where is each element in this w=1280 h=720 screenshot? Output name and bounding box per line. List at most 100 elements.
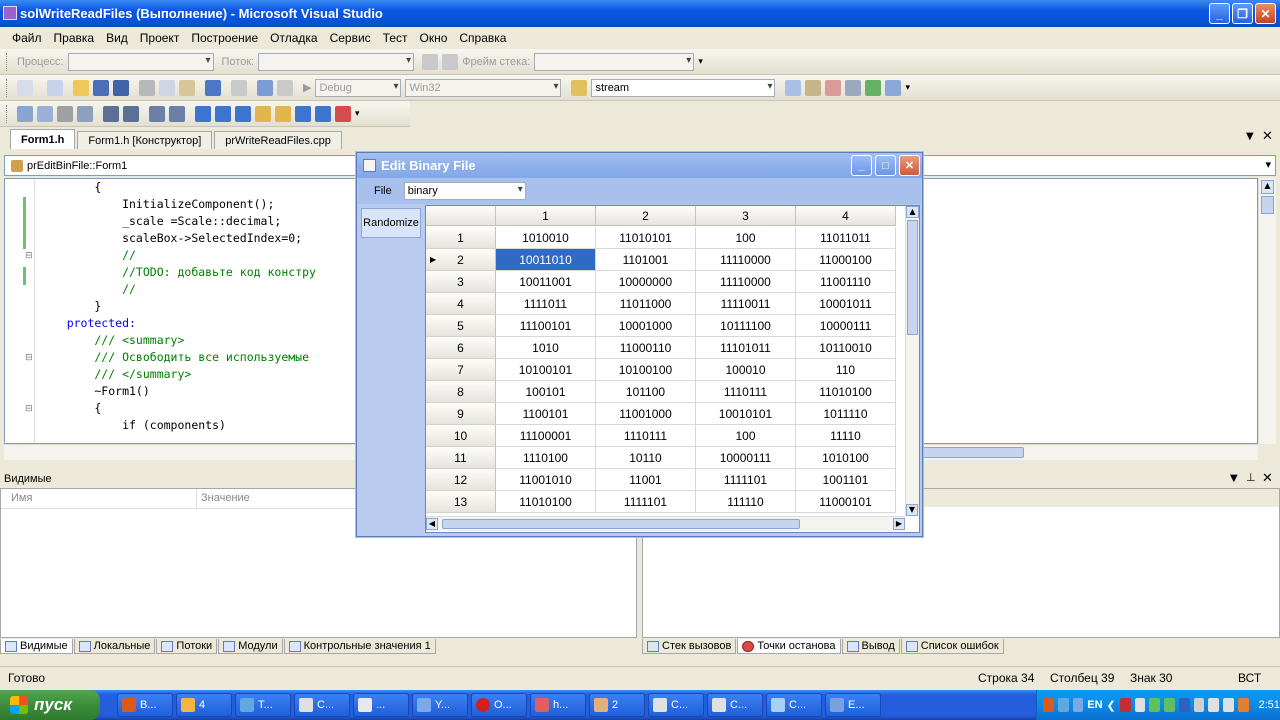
grid-cell[interactable]: 11110011 xyxy=(696,293,796,315)
menu-window[interactable]: Окно xyxy=(414,31,454,45)
start-debug-icon[interactable]: ▶ xyxy=(303,81,311,94)
find-in-files-icon[interactable] xyxy=(571,79,588,96)
pin-icon[interactable]: ⊥ xyxy=(1246,471,1256,484)
file-combo[interactable]: binary xyxy=(403,182,526,200)
taskbar-item[interactable]: 4 xyxy=(176,693,232,717)
taskbar-item[interactable]: ... xyxy=(353,693,409,717)
solution-platform-combo[interactable]: Win32 xyxy=(405,78,562,97)
grid-cell[interactable]: 11010100 xyxy=(496,491,596,513)
indent-icon[interactable] xyxy=(103,105,119,122)
table-row[interactable]: 5 11100101 10001000 10111100 10000111 xyxy=(426,315,901,337)
clear-bookmarks-icon[interactable] xyxy=(335,105,351,122)
menu-help[interactable]: Справка xyxy=(453,31,512,45)
row-header[interactable]: 10 xyxy=(426,425,496,447)
copy-icon[interactable] xyxy=(159,79,175,96)
taskbar-item[interactable]: E... xyxy=(825,693,881,717)
row-header[interactable]: 7 xyxy=(426,359,496,381)
browser-icon[interactable] xyxy=(1072,698,1084,712)
toolbar-grip[interactable] xyxy=(6,78,9,97)
grid-cell[interactable]: 11101011 xyxy=(696,337,796,359)
taskbar-item[interactable]: 2 xyxy=(589,693,645,717)
grid-cell[interactable]: 11100001 xyxy=(496,425,596,447)
grid-cell[interactable]: 1010 xyxy=(496,337,596,359)
scroll-right-icon[interactable]: ▶ xyxy=(893,518,905,530)
table-row[interactable]: 11 1110100 10110 10000111 1010100 xyxy=(426,447,901,469)
grid-cell[interactable]: 11110000 xyxy=(696,249,796,271)
solution-config-combo[interactable]: Debug xyxy=(315,78,402,97)
grid-cell[interactable]: 10000111 xyxy=(696,447,796,469)
prev-folder-bookmark-icon[interactable] xyxy=(255,105,271,122)
ie-icon[interactable] xyxy=(1057,698,1069,712)
tray-app-icon[interactable] xyxy=(1193,698,1205,712)
menu-tools[interactable]: Сервис xyxy=(324,31,377,45)
align-lefts-icon[interactable] xyxy=(37,105,53,122)
grid-cell[interactable]: 11011000 xyxy=(596,293,696,315)
grid-cell[interactable]: 11010101 xyxy=(596,227,696,249)
row-header[interactable]: 8 xyxy=(426,381,496,403)
grid-cell[interactable]: 110 xyxy=(796,359,896,381)
scroll-thumb[interactable] xyxy=(907,220,918,335)
tray-chevron-icon[interactable]: ❮ xyxy=(1107,699,1116,712)
grid-cell[interactable]: 100101 xyxy=(496,381,596,403)
grid-cell[interactable]: 111110 xyxy=(696,491,796,513)
table-row[interactable]: 12 11001010 11001 1111101 1001101 xyxy=(426,469,901,491)
grid-cell[interactable]: 11110000 xyxy=(696,271,796,293)
restore-button[interactable]: ❐ xyxy=(1232,3,1253,24)
row-header[interactable]: 11 xyxy=(426,447,496,469)
start-button[interactable]: пуск xyxy=(0,690,100,720)
scroll-down-icon[interactable]: ▼ xyxy=(906,504,918,516)
table-row[interactable]: 8 100101 101100 1110111 11010100 xyxy=(426,381,901,403)
row-header[interactable]: 5 xyxy=(426,315,496,337)
row-header[interactable]: 2 ▶ xyxy=(426,249,496,271)
navigate-forward-icon[interactable] xyxy=(277,79,293,96)
grid-cell[interactable]: 11001000 xyxy=(596,403,696,425)
grid-cell[interactable]: 11110 xyxy=(796,425,896,447)
tab-modules[interactable]: Модули xyxy=(218,639,283,654)
dialog-minimize-button[interactable]: _ xyxy=(851,155,872,176)
tray-app-icon[interactable] xyxy=(1237,698,1249,712)
prev-file-bookmark-icon[interactable] xyxy=(295,105,311,122)
dialog-maximize-button[interactable]: □ xyxy=(875,155,896,176)
tab-threads[interactable]: Потоки xyxy=(156,639,218,654)
binary-data-grid[interactable]: 1 2 3 4 1 1010010 11010101 100 11011011 2 ▶ 1001101… xyxy=(425,205,920,533)
save-all-icon[interactable] xyxy=(113,79,129,96)
row-header[interactable]: 9 xyxy=(426,403,496,425)
filter-icon[interactable] xyxy=(422,53,439,70)
scroll-up-icon[interactable]: ▲ xyxy=(906,206,919,218)
row-header[interactable]: 12 xyxy=(426,469,496,491)
toolbar-overflow-icon[interactable]: ▾ xyxy=(355,108,360,119)
scroll-thumb[interactable] xyxy=(1261,196,1274,214)
grid-cell[interactable]: 1111101 xyxy=(596,491,696,513)
toolbar-overflow-icon[interactable]: ▾ xyxy=(905,82,910,93)
editor-vertical-scrollbar[interactable]: ▲ xyxy=(1258,178,1276,444)
grid-cell[interactable]: 100 xyxy=(696,227,796,249)
tray-app-icon[interactable] xyxy=(1119,698,1131,712)
column-header[interactable]: 2 xyxy=(596,206,696,226)
taskbar-item[interactable]: С... xyxy=(766,693,822,717)
undo-icon[interactable] xyxy=(205,79,221,96)
start-page-icon[interactable] xyxy=(865,79,882,96)
grid-cell[interactable]: 10100101 xyxy=(496,359,596,381)
table-row[interactable]: 2 ▶ 10011010 1101001 11110000 11000100 xyxy=(426,249,901,271)
menu-project[interactable]: Проект xyxy=(134,31,186,45)
panel-menu-icon[interactable]: ▼ xyxy=(1230,473,1238,484)
grid-cell[interactable]: 10000000 xyxy=(596,271,696,293)
grid-cell[interactable]: 1100101 xyxy=(496,403,596,425)
grid-cell[interactable]: 10100100 xyxy=(596,359,696,381)
comment-icon[interactable] xyxy=(149,105,165,122)
column-header[interactable]: 4 xyxy=(796,206,896,226)
collapse-icon[interactable]: ⊟ xyxy=(25,404,33,414)
flag-threads-icon[interactable] xyxy=(442,53,459,70)
cut-icon[interactable] xyxy=(139,79,155,96)
open-file-icon[interactable] xyxy=(73,79,89,96)
table-row[interactable]: 10 11100001 1110111 100 11110 xyxy=(426,425,901,447)
navigate-backward-icon[interactable] xyxy=(257,79,273,96)
scroll-left-icon[interactable]: ◀ xyxy=(426,518,438,530)
tab-autos[interactable]: Видимые xyxy=(0,639,73,654)
grid-horizontal-scrollbar[interactable]: ◀ ▶ xyxy=(426,516,905,531)
collapse-icon[interactable]: ⊟ xyxy=(25,251,33,261)
volume-icon[interactable] xyxy=(1208,698,1219,712)
paste-icon[interactable] xyxy=(179,79,195,96)
dialog-close-button[interactable]: ✕ xyxy=(899,155,920,176)
column-header[interactable]: 1 xyxy=(496,206,596,226)
